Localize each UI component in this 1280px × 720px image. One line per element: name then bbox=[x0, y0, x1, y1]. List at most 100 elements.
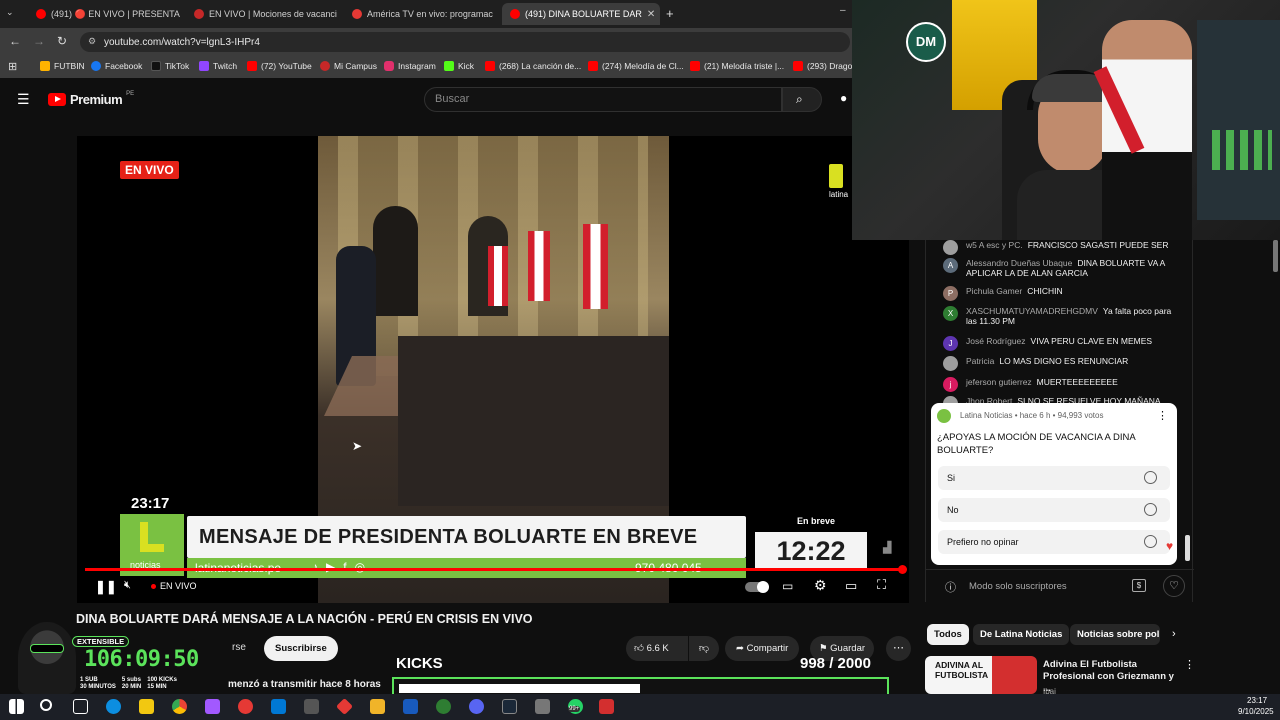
chat-author[interactable]: XASCHUMATUYAMADREHGDMV bbox=[966, 306, 1098, 316]
chip-de-latina-noticias[interactable]: De Latina Noticias bbox=[973, 624, 1070, 645]
search-input[interactable]: Buscar bbox=[424, 87, 782, 112]
chip-todos[interactable]: Todos bbox=[927, 624, 969, 645]
like-button[interactable]: 👍︎ 6.6 K bbox=[626, 636, 688, 661]
bookmark-274[interactable]: (274) Melodía de Cl... bbox=[588, 61, 684, 71]
clock-date[interactable]: 9/10/2025 bbox=[1238, 707, 1274, 716]
bookmark-instagram[interactable]: Instagram bbox=[384, 61, 436, 71]
forward-arrow-icon[interactable]: → bbox=[33, 34, 45, 48]
dislike-button[interactable]: 👎︎ bbox=[689, 636, 719, 661]
super-chat-icon[interactable]: $ bbox=[1132, 579, 1146, 592]
youtube-logo[interactable]: Premium PE bbox=[48, 91, 134, 107]
browser-tab-4-active[interactable]: (491) DINA BOLUARTE DAR ✕ bbox=[502, 3, 660, 25]
bookmark-21[interactable]: (21) Melodía triste |... bbox=[690, 61, 784, 71]
app-icon[interactable] bbox=[238, 699, 253, 714]
video-progress-track[interactable] bbox=[85, 565, 907, 574]
new-tab-button[interactable]: + bbox=[666, 6, 674, 21]
bookmark-268[interactable]: (268) La canción de... bbox=[485, 61, 581, 71]
app-icon[interactable] bbox=[436, 699, 451, 714]
bookmark-twitch[interactable]: Twitch bbox=[199, 61, 237, 71]
user-avatar[interactable] bbox=[943, 240, 958, 255]
close-tab-icon[interactable]: ✕ bbox=[647, 9, 655, 20]
chat-author[interactable]: jeferson gutierrez bbox=[966, 377, 1032, 387]
hamburger-menu-icon[interactable]: ☰ bbox=[17, 91, 30, 108]
address-bar[interactable]: ⚙ youtube.com/watch?v=lgnL3-IHPr4 bbox=[80, 32, 850, 52]
chrome-icon[interactable] bbox=[172, 699, 187, 714]
bookmark-293[interactable]: (293) Dragon bbox=[793, 61, 857, 71]
chat-author[interactable]: Patricia bbox=[966, 356, 994, 366]
chat-author[interactable]: Pichula Gamer bbox=[966, 286, 1022, 296]
fullscreen-icon[interactable]: ⛶ bbox=[877, 577, 886, 593]
bookmark-youtube[interactable]: (72) YouTube bbox=[247, 61, 312, 71]
calculator-icon[interactable] bbox=[535, 699, 550, 714]
discord-icon[interactable] bbox=[469, 699, 484, 714]
clock-time[interactable]: 23:17 bbox=[1247, 696, 1267, 705]
bookmark-futbin[interactable]: FUTBIN bbox=[40, 61, 85, 71]
outlook-icon[interactable] bbox=[271, 699, 286, 714]
recommended-thumbnail[interactable]: ADIVINA AL FUTBOLISTA bbox=[925, 656, 1037, 694]
windows-start-icon[interactable] bbox=[9, 699, 24, 714]
bookmark-mi-campus[interactable]: Mi Campus bbox=[320, 61, 377, 71]
bookmark-facebook[interactable]: Facebook bbox=[91, 61, 142, 71]
subscribe-button[interactable]: Suscribirse bbox=[264, 636, 338, 661]
user-avatar[interactable]: A bbox=[943, 258, 958, 273]
theater-mode-icon[interactable]: ▭ bbox=[845, 578, 857, 594]
user-avatar[interactable]: P bbox=[943, 286, 958, 301]
back-arrow-icon[interactable]: ← bbox=[9, 34, 21, 48]
poll-option-prefiero-no-opinar[interactable]: Prefiero no opinar bbox=[938, 530, 1170, 554]
radio-icon[interactable] bbox=[1144, 471, 1157, 484]
figma-icon[interactable] bbox=[205, 699, 220, 714]
edge-icon[interactable] bbox=[106, 699, 121, 714]
search-icon[interactable] bbox=[40, 699, 52, 711]
chat-scroll-thumb[interactable] bbox=[1273, 240, 1278, 272]
word-icon[interactable] bbox=[403, 699, 418, 714]
radio-icon[interactable] bbox=[1144, 535, 1157, 548]
mute-icon[interactable]: 🔇︎ bbox=[124, 579, 131, 592]
browser-tab-1[interactable]: (491) 🔴 EN VIVO | PRESENTAN ✕ bbox=[28, 3, 180, 25]
game-icon[interactable] bbox=[304, 699, 319, 714]
live-indicator[interactable]: EN VIVO bbox=[151, 581, 197, 591]
user-avatar[interactable]: X bbox=[943, 306, 958, 321]
poll-scrollbar[interactable] bbox=[1185, 535, 1190, 561]
poll-more-icon[interactable]: ⋮ bbox=[1157, 409, 1168, 422]
store-icon[interactable] bbox=[139, 699, 154, 714]
whatsapp-icon[interactable]: 99+ bbox=[568, 699, 583, 714]
folder-icon[interactable] bbox=[370, 699, 385, 714]
recommended-video[interactable]: ADIVINA AL FUTBOLISTA Adivina El Futboli… bbox=[925, 656, 1195, 696]
chip-noticias-sobre-politica[interactable]: Noticias sobre poli bbox=[1070, 624, 1160, 645]
bookmark-kick[interactable]: Kick bbox=[444, 61, 474, 71]
chat-author[interactable]: w5 A esc y PC. bbox=[966, 240, 1023, 250]
subtitles-icon[interactable]: ▭ bbox=[782, 579, 793, 593]
recommended-more-icon[interactable]: ⋮ bbox=[1184, 658, 1195, 671]
bookmark-tiktok[interactable]: TikTok bbox=[151, 61, 189, 71]
autoplay-toggle[interactable] bbox=[745, 581, 769, 593]
browser-tab-3[interactable]: América TV en vivo: programac ✕ bbox=[344, 3, 496, 25]
apps-grid-icon[interactable]: ⊞ bbox=[8, 60, 17, 73]
radio-icon[interactable] bbox=[1144, 503, 1157, 516]
browser-tab-2[interactable]: EN VIVO | Mociones de vacanci ✕ bbox=[186, 3, 338, 25]
share-button[interactable]: ➦ Compartir bbox=[725, 636, 800, 661]
poll-option-si[interactable]: Si bbox=[938, 466, 1170, 490]
info-icon[interactable]: ⓘ bbox=[945, 579, 956, 595]
chat-author[interactable]: Alessandro Dueñas Ubaque bbox=[966, 258, 1072, 268]
user-avatar[interactable]: j bbox=[943, 377, 958, 392]
site-info-icon[interactable]: ⚙ bbox=[88, 36, 96, 47]
progress-scrubber[interactable] bbox=[898, 565, 907, 574]
app-icon[interactable] bbox=[599, 699, 614, 714]
heart-icon[interactable]: ♡ bbox=[1163, 575, 1185, 597]
minimize-icon[interactable]: – bbox=[840, 5, 846, 16]
chevron-right-icon[interactable]: › bbox=[1172, 628, 1176, 640]
steam-icon[interactable] bbox=[502, 699, 517, 714]
user-avatar[interactable] bbox=[943, 356, 958, 371]
settings-gear-icon[interactable]: ⚙ bbox=[814, 577, 827, 594]
video-player[interactable]: EN VIVO latina 23:17 noticias MENSAJE DE… bbox=[77, 136, 909, 603]
pause-icon[interactable]: ❚❚ bbox=[95, 579, 117, 595]
poll-option-no[interactable]: No bbox=[938, 498, 1170, 522]
mic-icon[interactable]: ● bbox=[840, 91, 852, 108]
task-view-icon[interactable] bbox=[73, 699, 88, 714]
tab-search-icon[interactable]: ⌄ bbox=[6, 7, 20, 21]
search-button[interactable]: ⌕ bbox=[782, 87, 822, 112]
more-actions-icon[interactable]: ⋯ bbox=[886, 636, 911, 661]
chat-author[interactable]: José Rodríguez bbox=[966, 336, 1026, 346]
user-avatar[interactable]: J bbox=[943, 336, 958, 351]
reload-icon[interactable]: ↻ bbox=[57, 34, 67, 48]
